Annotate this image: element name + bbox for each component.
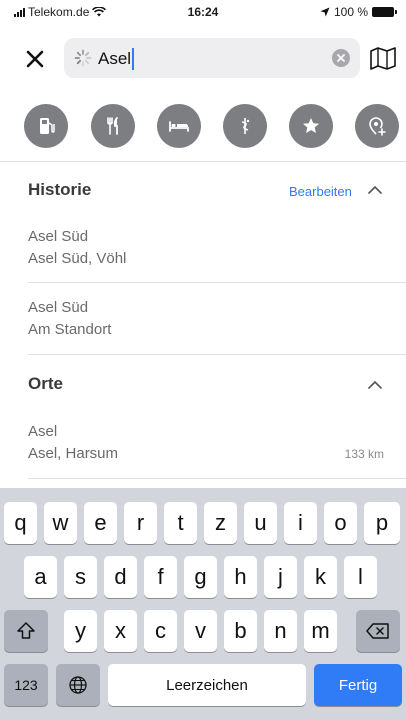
- map-icon: [370, 47, 396, 70]
- category-add-place[interactable]: [355, 104, 399, 148]
- key-b[interactable]: b: [224, 610, 257, 652]
- place-item-1[interactable]: Asel Asel, Harsum 133 km: [28, 421, 384, 465]
- battery-icon: [372, 7, 397, 17]
- key-a[interactable]: a: [24, 556, 57, 598]
- key-t[interactable]: t: [164, 502, 197, 544]
- globe-icon: [69, 676, 87, 694]
- place-distance: 133 km: [344, 447, 384, 461]
- gas-station-icon: [40, 118, 55, 134]
- map-button[interactable]: [368, 44, 398, 72]
- chevron-up-icon[interactable]: [367, 185, 383, 195]
- key-v[interactable]: v: [184, 610, 217, 652]
- category-hotel[interactable]: [157, 104, 201, 148]
- history-item-title: Asel Süd: [28, 228, 89, 245]
- key-m[interactable]: m: [304, 610, 337, 652]
- clear-icon: [337, 54, 345, 62]
- space-key[interactable]: Leerzeichen: [108, 664, 306, 706]
- search-field[interactable]: Asel: [64, 38, 360, 78]
- key-c[interactable]: c: [144, 610, 177, 652]
- key-q[interactable]: q: [4, 502, 37, 544]
- history-item-title: Asel Süd: [28, 299, 89, 316]
- place-item-subtitle: Asel, Harsum: [28, 445, 119, 462]
- key-u[interactable]: u: [244, 502, 277, 544]
- key-n[interactable]: n: [264, 610, 297, 652]
- key-d[interactable]: d: [104, 556, 137, 598]
- category-bar: [0, 104, 406, 148]
- list-divider: [28, 354, 406, 355]
- key-g[interactable]: g: [184, 556, 217, 598]
- search-query: Asel: [98, 49, 132, 68]
- close-icon: [26, 50, 44, 68]
- key-i[interactable]: i: [284, 502, 317, 544]
- history-item-subtitle: Asel Süd, Vöhl: [28, 250, 127, 267]
- key-w[interactable]: w: [44, 502, 77, 544]
- backspace-key[interactable]: [356, 610, 400, 652]
- separator: [0, 161, 406, 162]
- text-caret: [132, 48, 135, 70]
- key-r[interactable]: r: [124, 502, 157, 544]
- key-x[interactable]: x: [104, 610, 137, 652]
- search-input-value[interactable]: Asel: [98, 48, 135, 70]
- favorites-icon: [303, 118, 319, 133]
- list-divider: [28, 282, 406, 283]
- history-item-2[interactable]: Asel Süd Am Standort: [28, 297, 384, 341]
- pharmacy-icon: [241, 118, 250, 134]
- keyboard: q w e r t z u i o p a s d f g h j k l y …: [0, 488, 406, 719]
- places-section-title: Orte: [28, 374, 63, 393]
- key-f[interactable]: f: [144, 556, 177, 598]
- key-e[interactable]: e: [84, 502, 117, 544]
- category-favorites[interactable]: [289, 104, 333, 148]
- loading-spinner-icon: [74, 49, 92, 67]
- category-restaurant[interactable]: [91, 104, 135, 148]
- restaurant-icon: [107, 117, 118, 135]
- category-gas-station[interactable]: [24, 104, 68, 148]
- hotel-icon: [169, 121, 189, 132]
- key-y[interactable]: y: [64, 610, 97, 652]
- edit-history-button[interactable]: Bearbeiten: [289, 184, 352, 199]
- status-bar: Telekom.de 16:24 100 %: [0, 0, 406, 24]
- shift-icon: [17, 622, 35, 639]
- place-item-title: Asel: [28, 423, 58, 440]
- key-k[interactable]: k: [304, 556, 337, 598]
- location-arrow-icon: [320, 7, 330, 17]
- key-o[interactable]: o: [324, 502, 357, 544]
- globe-key[interactable]: [56, 664, 100, 706]
- close-button[interactable]: [20, 44, 50, 74]
- key-h[interactable]: h: [224, 556, 257, 598]
- battery-percent: 100 %: [333, 5, 368, 19]
- chevron-up-icon[interactable]: [367, 380, 383, 390]
- history-item-subtitle: Am Standort: [28, 321, 112, 338]
- done-key[interactable]: Fertig: [314, 664, 402, 706]
- shift-key[interactable]: [4, 610, 48, 652]
- category-pharmacy[interactable]: [223, 104, 267, 148]
- key-l[interactable]: l: [344, 556, 377, 598]
- key-p[interactable]: p: [364, 502, 400, 544]
- add-place-icon: [369, 117, 386, 136]
- history-section-title: Historie: [28, 180, 92, 199]
- history-item-1[interactable]: Asel Süd Asel Süd, Vöhl: [28, 226, 384, 270]
- key-s[interactable]: s: [64, 556, 97, 598]
- backspace-icon: [366, 623, 389, 639]
- key-z[interactable]: z: [204, 502, 237, 544]
- status-right: 100 %: [320, 5, 397, 19]
- numbers-key[interactable]: 123: [4, 664, 48, 706]
- key-j[interactable]: j: [264, 556, 297, 598]
- clear-search-button[interactable]: [332, 49, 350, 67]
- list-divider: [28, 478, 406, 479]
